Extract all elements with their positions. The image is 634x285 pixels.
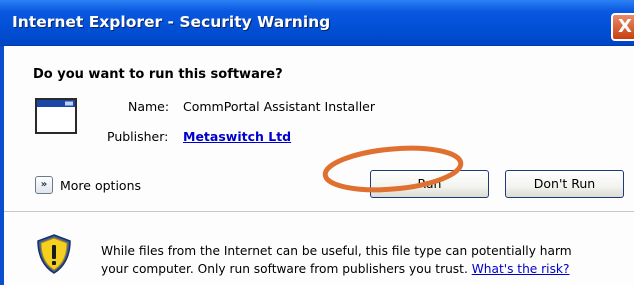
application-window-icon — [35, 98, 77, 134]
name-value: CommPortal Assistant Installer — [183, 99, 375, 114]
more-options-label[interactable]: More options — [60, 178, 141, 193]
security-shield-warning-icon — [37, 234, 71, 274]
warning-line-1: While files from the Internet can be use… — [101, 244, 572, 258]
title-bar[interactable]: Internet Explorer - Security Warning X — [0, 0, 634, 46]
warning-line-2: your computer. Only run software from pu… — [101, 260, 572, 278]
publisher-label: Publisher: — [107, 129, 169, 144]
window-left-border — [0, 46, 4, 285]
close-icon[interactable]: X — [611, 13, 634, 41]
publisher-link[interactable]: Metaswitch Ltd — [183, 129, 291, 144]
warning-message: While files from the Internet can be use… — [101, 242, 572, 278]
expand-chevron-icon[interactable]: » — [35, 176, 53, 194]
dialog-question: Do you want to run this software? — [33, 67, 283, 82]
dont-run-button[interactable]: Don't Run — [505, 170, 624, 198]
name-label: Name: — [128, 99, 170, 114]
section-divider — [4, 211, 634, 215]
window-title: Internet Explorer - Security Warning — [12, 13, 331, 31]
warning-line-2-text: your computer. Only run software from pu… — [101, 262, 468, 276]
whats-the-risk-link[interactable]: What's the risk? — [472, 262, 570, 276]
run-button[interactable]: Run — [370, 170, 489, 198]
